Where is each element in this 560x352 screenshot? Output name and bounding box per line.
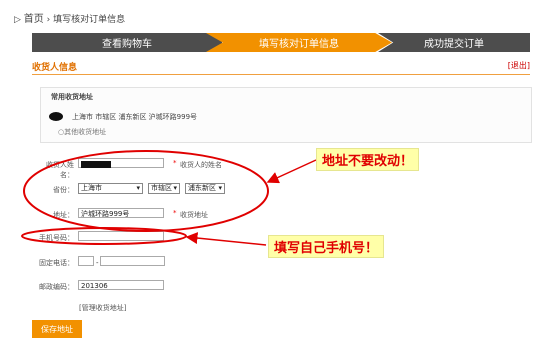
mobile-annotation: 填写自己手机号！ (268, 235, 385, 258)
address-highlight-ellipse (23, 150, 269, 232)
mobile-highlight-ellipse (21, 227, 187, 245)
annotation-overlay (21, 150, 317, 246)
address-annotation: 地址不要改动！ (316, 148, 420, 171)
address-arrow (266, 159, 317, 184)
mobile-arrow (185, 232, 267, 246)
